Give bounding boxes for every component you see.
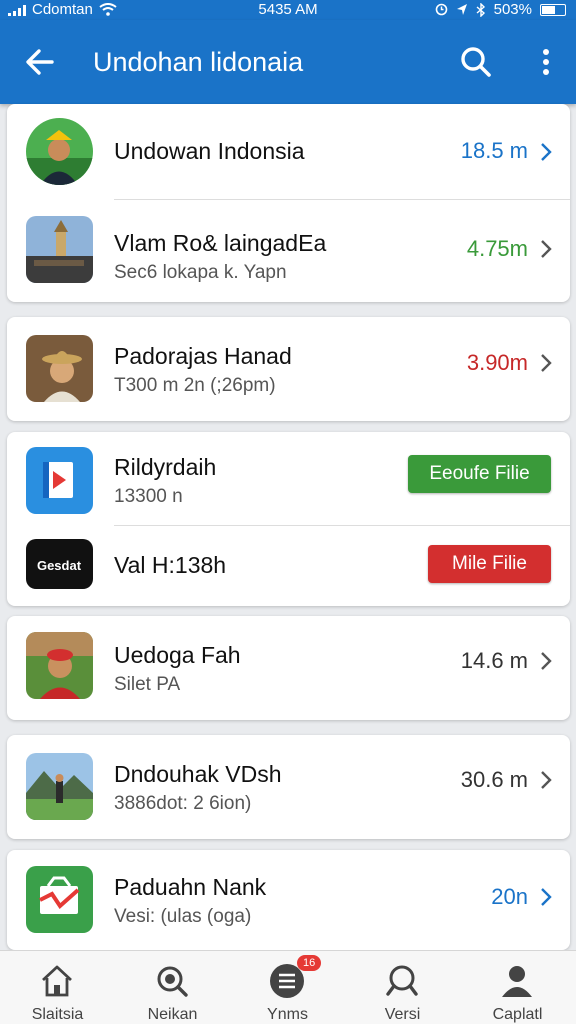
card: Rildyrdaih 13300 n Eeoufe Filie Gesdat V… — [7, 432, 570, 606]
notification-badge: 16 — [297, 955, 322, 971]
item-thumbnail — [26, 216, 93, 283]
item-distance: 18.5 m — [460, 138, 528, 163]
item-name: Paduahn Nank — [114, 874, 267, 900]
home-icon — [42, 965, 72, 997]
item-name: Uedoga Fah — [114, 642, 241, 668]
logo-text: Gesdat — [37, 558, 82, 573]
download-button[interactable]: Eeoufe Filie — [408, 455, 551, 493]
tab-label: Neikan — [147, 1006, 198, 1023]
location-icon — [456, 4, 467, 15]
item-name: Val H:138h — [114, 552, 227, 578]
item-subtitle: 3886dot: 2 6ion) — [114, 793, 252, 814]
item-name: Padorajas Hanad — [114, 343, 292, 369]
bottom-tab-bar: Slaitsia Neikan 16 Ynms Versi Caplatl — [0, 950, 576, 1024]
item-logo: Gesdat — [26, 539, 93, 589]
item-thumbnail — [26, 447, 93, 514]
list-item[interactable]: Paduahn Nank Vesi: (ulas (oga) 20n — [7, 850, 570, 950]
item-thumbnail — [26, 335, 93, 402]
bluetooth-icon — [476, 2, 485, 17]
item-distance: 30.6 m — [460, 767, 528, 792]
more-vert-icon[interactable] — [526, 42, 566, 82]
list-item[interactable]: Gesdat Val H:138h Mile Filie — [7, 526, 570, 606]
tab-label: Ynms — [267, 1006, 308, 1023]
card: Padorajas Hanad T300 m 2n (;26pm) 3.90m — [7, 317, 570, 421]
tab-label: Slaitsia — [31, 1006, 84, 1023]
tab-list[interactable]: 16 Ynms — [230, 951, 345, 1024]
list-item[interactable]: Uedoga Fah Silet PA 14.6 m — [7, 616, 570, 720]
chevron-right-icon — [541, 652, 552, 670]
chevron-right-icon — [541, 888, 552, 906]
file-button[interactable]: Mile Filie — [428, 545, 551, 583]
avatar — [26, 118, 93, 185]
item-subtitle: Silet PA — [114, 674, 181, 695]
search-icon[interactable] — [456, 42, 496, 82]
card: Paduahn Nank Vesi: (ulas (oga) 20n — [7, 850, 570, 950]
item-thumbnail — [26, 866, 93, 933]
tab-label: Caplatl — [492, 1006, 543, 1023]
app-bar: Undohan lidonaia — [0, 20, 576, 104]
back-arrow-icon[interactable] — [20, 42, 60, 82]
item-name: Vlam Ro& laingadEa — [114, 230, 327, 256]
item-subtitle: Vesi: (ulas (oga) — [114, 906, 252, 927]
item-thumbnail — [26, 632, 93, 699]
tab-home[interactable]: Slaitsia — [0, 951, 115, 1024]
status-bar: Cdomtan 5435 AM 503% — [0, 0, 576, 20]
chevron-right-icon — [541, 143, 552, 161]
list-item[interactable]: Dndouhak VDsh 3886dot: 2 6ion) 30.6 m — [7, 735, 570, 839]
item-subtitle: T300 m 2n (;26pm) — [114, 375, 276, 396]
chevron-right-icon — [541, 771, 552, 789]
page-title: Undohan lidonaia — [93, 47, 304, 77]
list-item[interactable]: Undowan Indonsia 18.5 m — [7, 104, 570, 199]
tab-versi[interactable]: Versi — [345, 951, 460, 1024]
item-distance: 20n — [491, 884, 528, 909]
chevron-right-icon — [541, 240, 552, 258]
tab-search[interactable]: Neikan — [115, 951, 230, 1024]
card: Dndouhak VDsh 3886dot: 2 6ion) 30.6 m — [7, 735, 570, 839]
item-distance: 14.6 m — [460, 648, 528, 673]
card: Undowan Indonsia 18.5 m Vlam Ro& laingad… — [7, 104, 570, 302]
item-thumbnail — [26, 753, 93, 820]
card: Uedoga Fah Silet PA 14.6 m — [7, 616, 570, 720]
item-name: Undowan Indonsia — [114, 138, 305, 164]
item-subtitle: Sec6 lokapa k. Yapn — [114, 262, 287, 283]
battery-percent: 503% — [493, 1, 532, 18]
item-distance: 4.75m — [466, 236, 528, 261]
list-item[interactable]: Padorajas Hanad T300 m 2n (;26pm) 3.90m — [7, 317, 570, 421]
item-subtitle: 13300 n — [114, 486, 183, 507]
list-item[interactable]: Rildyrdaih 13300 n Eeoufe Filie — [7, 432, 570, 525]
search-icon — [157, 966, 188, 997]
tab-profile[interactable]: Caplatl — [460, 951, 575, 1024]
item-distance: 3.90m — [466, 350, 528, 375]
tab-label: Versi — [384, 1006, 421, 1023]
alarm-icon — [435, 3, 447, 16]
person-icon — [502, 966, 532, 997]
item-name: Dndouhak VDsh — [114, 761, 282, 787]
list-item[interactable]: Vlam Ro& laingadEa Sec6 lokapa k. Yapn 4… — [7, 200, 570, 302]
chevron-right-icon — [541, 354, 552, 372]
item-name: Rildyrdaih — [114, 454, 217, 480]
battery-icon — [540, 3, 566, 16]
search-icon — [386, 965, 418, 996]
